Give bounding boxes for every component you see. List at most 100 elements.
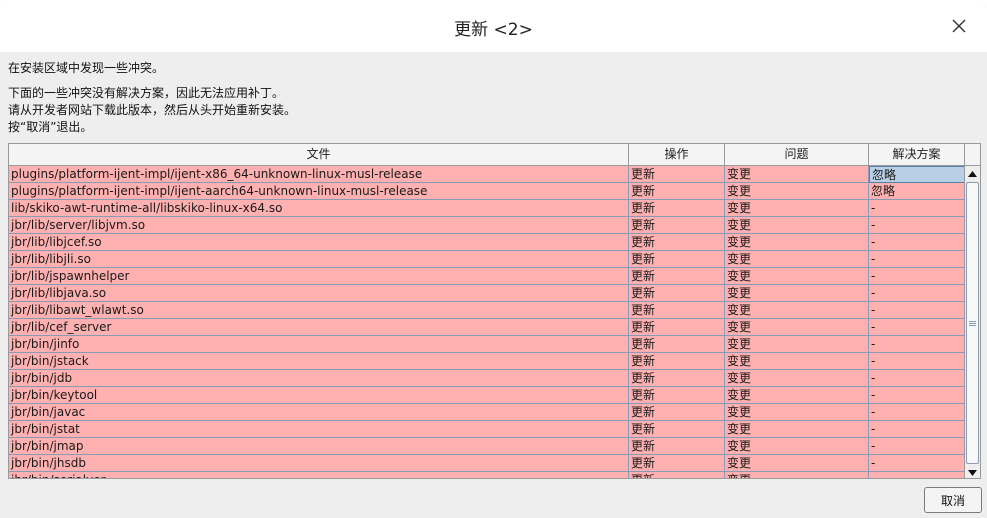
cell-action: 更新: [629, 472, 725, 478]
cell-problem: 变更: [725, 404, 869, 421]
dialog-title: 更新 <2>: [454, 20, 533, 40]
cell-file: jbr/lib/server/libjvm.so: [9, 217, 629, 234]
cell-file: jbr/lib/libjcef.so: [9, 234, 629, 251]
cell-resolution[interactable]: -: [869, 268, 965, 285]
title-bar: 更新 <2>: [0, 0, 987, 52]
column-header-problem[interactable]: 问题: [725, 144, 869, 165]
scroll-down-button[interactable]: [965, 465, 980, 478]
table-row[interactable]: plugins/platform-ijent-impl/ijent-aarch6…: [9, 183, 965, 200]
cell-problem: 变更: [725, 353, 869, 370]
message-line-1: 在安装区域中发现一些冲突。: [8, 61, 165, 75]
cell-action: 更新: [629, 438, 725, 455]
cell-file: jbr/lib/jspawnhelper: [9, 268, 629, 285]
table-row[interactable]: jbr/lib/libjcef.so 更新 变更 -: [9, 234, 965, 251]
cell-resolution[interactable]: -: [869, 251, 965, 268]
cell-resolution[interactable]: -: [869, 285, 965, 302]
cell-problem: 变更: [725, 319, 869, 336]
cell-resolution[interactable]: -: [869, 370, 965, 387]
cell-resolution[interactable]: -: [869, 438, 965, 455]
arrow-down-icon: [968, 469, 977, 476]
cell-action: 更新: [629, 421, 725, 438]
cell-problem: 变更: [725, 472, 869, 478]
scroll-up-button[interactable]: [965, 166, 980, 181]
cell-resolution[interactable]: -: [869, 336, 965, 353]
cell-resolution[interactable]: -: [869, 200, 965, 217]
table-row[interactable]: jbr/bin/keytool 更新 变更 -: [9, 387, 965, 404]
cell-file: lib/skiko-awt-runtime-all/libskiko-linux…: [9, 200, 629, 217]
table-row[interactable]: jbr/bin/jhsdb 更新 变更 -: [9, 455, 965, 472]
scroll-thumb[interactable]: [966, 182, 979, 464]
cell-resolution[interactable]: -: [869, 387, 965, 404]
cell-action: 更新: [629, 336, 725, 353]
cell-action: 更新: [629, 404, 725, 421]
cell-action: 更新: [629, 268, 725, 285]
cell-resolution[interactable]: -: [869, 217, 965, 234]
cell-file: plugins/platform-ijent-impl/ijent-aarch6…: [9, 183, 629, 200]
cell-file: jbr/lib/libjava.so: [9, 285, 629, 302]
table-row[interactable]: jbr/bin/jstack 更新 变更 -: [9, 353, 965, 370]
cell-resolution[interactable]: -: [869, 404, 965, 421]
vertical-scrollbar[interactable]: [964, 166, 980, 478]
column-header-resolution[interactable]: 解决方案: [869, 144, 965, 165]
message-line-3: 请从开发者网站下载此版本，然后从头开始重新安装。: [8, 103, 297, 117]
conflicts-table: 文件 操作 问题 解决方案 plugins/platform-ijent-imp…: [8, 143, 981, 479]
cell-problem: 变更: [725, 217, 869, 234]
table-row[interactable]: jbr/lib/libawt_wlawt.so 更新 变更 -: [9, 302, 965, 319]
cell-file: jbr/lib/cef_server: [9, 319, 629, 336]
cell-action: 更新: [629, 302, 725, 319]
column-header-file[interactable]: 文件: [9, 144, 629, 165]
cell-resolution[interactable]: -: [869, 234, 965, 251]
table-row[interactable]: jbr/lib/libjli.so 更新 变更 -: [9, 251, 965, 268]
table-row[interactable]: jbr/bin/jdb 更新 变更 -: [9, 370, 965, 387]
cell-action: 更新: [629, 200, 725, 217]
cell-file: jbr/bin/jmap: [9, 438, 629, 455]
cell-resolution[interactable]: -: [869, 319, 965, 336]
cell-problem: 变更: [725, 370, 869, 387]
cell-problem: 变更: [725, 455, 869, 472]
table-row[interactable]: lib/skiko-awt-runtime-all/libskiko-linux…: [9, 200, 965, 217]
table-row[interactable]: jbr/bin/serialver更新变更-: [9, 472, 965, 478]
table-body: plugins/platform-ijent-impl/ijent-x86_64…: [9, 166, 965, 478]
cell-problem: 变更: [725, 387, 869, 404]
cell-problem: 变更: [725, 302, 869, 319]
table-row[interactable]: jbr/bin/javac 更新 变更 -: [9, 404, 965, 421]
close-button[interactable]: [945, 12, 973, 40]
cell-action: 更新: [629, 319, 725, 336]
message-line-4: 按“取消”退出。: [8, 120, 93, 134]
cell-resolution[interactable]: -: [869, 455, 965, 472]
cell-action: 更新: [629, 166, 725, 183]
table-row[interactable]: jbr/bin/jstat 更新 变更 -: [9, 421, 965, 438]
table-row[interactable]: jbr/lib/libjava.so 更新 变更 -: [9, 285, 965, 302]
table-row[interactable]: jbr/lib/server/libjvm.so 更新 变更 -: [9, 217, 965, 234]
cell-file: jbr/bin/jinfo: [9, 336, 629, 353]
cell-problem: 变更: [725, 183, 869, 200]
cell-problem: 变更: [725, 200, 869, 217]
table-row[interactable]: jbr/lib/jspawnhelper 更新 变更 -: [9, 268, 965, 285]
cell-file: jbr/bin/keytool: [9, 387, 629, 404]
cell-resolution[interactable]: 忽略: [869, 166, 965, 183]
cell-resolution[interactable]: 忽略: [869, 183, 965, 200]
cell-resolution[interactable]: -: [869, 302, 965, 319]
cell-file: jbr/lib/libawt_wlawt.so: [9, 302, 629, 319]
cell-file: jbr/bin/jdb: [9, 370, 629, 387]
cell-resolution[interactable]: -: [869, 472, 965, 478]
cell-resolution[interactable]: -: [869, 421, 965, 438]
cell-action: 更新: [629, 370, 725, 387]
column-header-action[interactable]: 操作: [629, 144, 725, 165]
cell-resolution[interactable]: -: [869, 353, 965, 370]
message-line-2: 下面的一些冲突没有解决方案，因此无法应用补丁。: [8, 86, 285, 100]
grip-icon: [969, 320, 976, 326]
cell-problem: 变更: [725, 234, 869, 251]
table-row[interactable]: plugins/platform-ijent-impl/ijent-x86_64…: [9, 166, 965, 183]
cell-problem: 变更: [725, 285, 869, 302]
cell-action: 更新: [629, 455, 725, 472]
cell-action: 更新: [629, 353, 725, 370]
cell-problem: 变更: [725, 336, 869, 353]
table-row[interactable]: jbr/lib/cef_server 更新 变更 -: [9, 319, 965, 336]
cancel-button[interactable]: 取消: [924, 487, 982, 513]
table-row[interactable]: jbr/bin/jinfo 更新 变更 -: [9, 336, 965, 353]
header-corner: [965, 144, 980, 165]
cell-file: plugins/platform-ijent-impl/ijent-x86_64…: [9, 166, 629, 183]
cell-file: jbr/bin/jstat: [9, 421, 629, 438]
table-row[interactable]: jbr/bin/jmap 更新 变更 -: [9, 438, 965, 455]
